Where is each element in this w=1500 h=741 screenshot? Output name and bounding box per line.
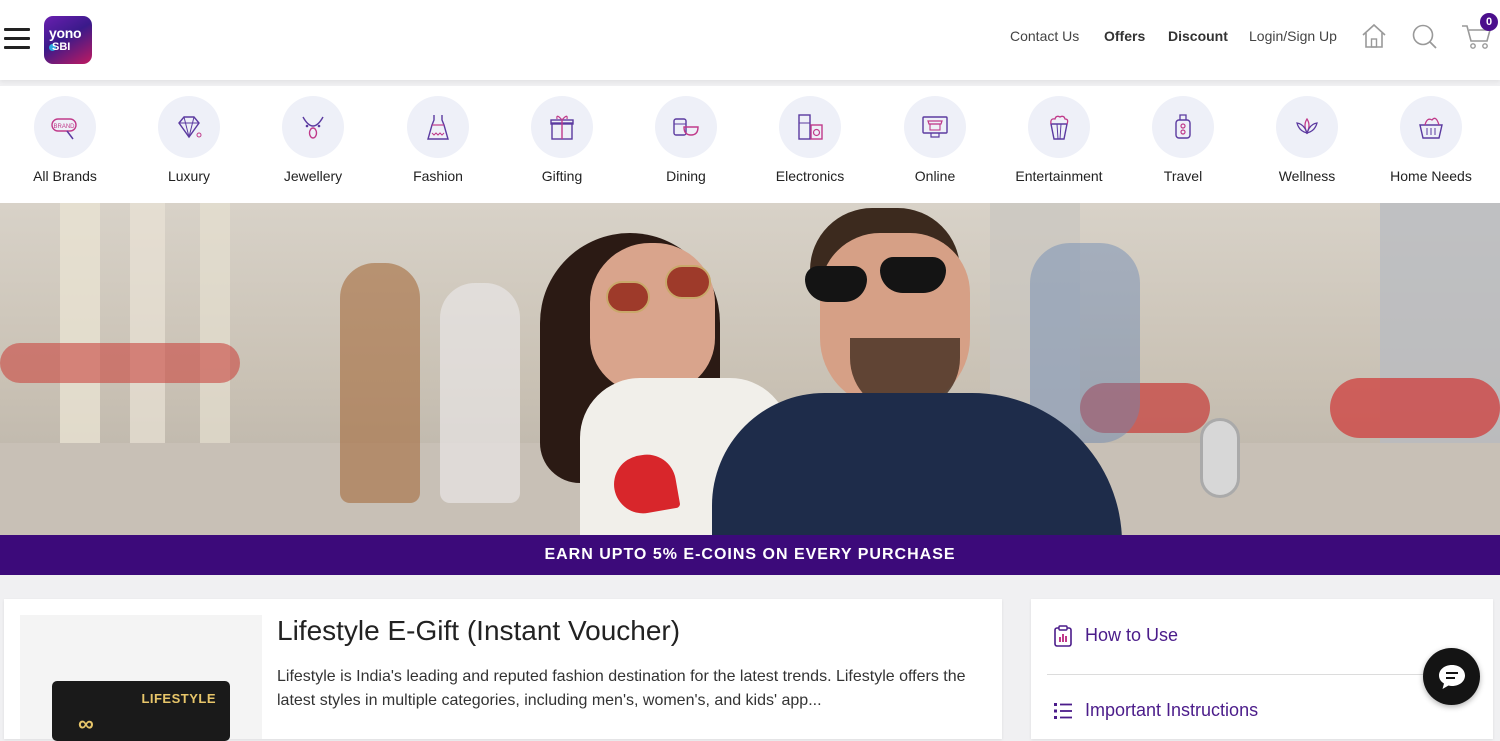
category-strip: BRAND All Brands Luxury Jewellery Fashio… (0, 86, 1500, 203)
top-header: yono SBI Contact Us Offers Discount Logi… (0, 0, 1500, 80)
category-label: Gifting (541, 168, 583, 184)
category-label: Wellness (1278, 168, 1336, 184)
basket-icon (1400, 96, 1462, 158)
logo-text-sbi: SBI (52, 41, 71, 53)
nav-login-signup[interactable]: Login/Sign Up (1249, 28, 1337, 44)
category-label: Luxury (167, 168, 211, 184)
nav-contact-us[interactable]: Contact Us (1010, 28, 1079, 44)
category-entertainment[interactable]: Entertainment (997, 96, 1121, 184)
cart-count-badge: 0 (1480, 13, 1498, 31)
appliance-icon (779, 96, 841, 158)
chat-bubble-icon (1438, 664, 1465, 689)
chat-button[interactable] (1423, 648, 1480, 705)
svg-text:BRAND: BRAND (53, 124, 75, 130)
category-dining[interactable]: Dining (624, 96, 748, 184)
gift-icon (531, 96, 593, 158)
category-online[interactable]: Online (873, 96, 997, 184)
product-image: LIFESTYLE ∞ (20, 615, 262, 741)
infinity-icon: ∞ (78, 711, 94, 736)
diamond-icon (158, 96, 220, 158)
category-all-brands[interactable]: BRAND All Brands (3, 96, 127, 184)
online-shop-icon (904, 96, 966, 158)
how-to-use-label: How to Use (1085, 625, 1179, 645)
category-electronics[interactable]: Electronics (748, 96, 872, 184)
search-icon[interactable] (1411, 22, 1437, 50)
brand-tag-icon: BRAND (34, 96, 96, 158)
category-fashion[interactable]: Fashion (376, 96, 500, 184)
product-description: Lifestyle is India's leading and reputed… (277, 668, 966, 709)
gift-card-brand: LIFESTYLE (141, 691, 216, 706)
category-home-needs[interactable]: Home Needs (1369, 96, 1493, 184)
hero-banner-image[interactable] (0, 203, 1500, 535)
clipboard-chart-icon (1054, 625, 1072, 648)
home-icon[interactable] (1361, 22, 1387, 50)
category-label: All Brands (33, 168, 97, 184)
how-to-use-link[interactable]: How to Use (1053, 625, 1179, 648)
category-label: Electronics (775, 168, 845, 184)
product-title: Lifestyle E-Gift (Instant Voucher) (277, 615, 681, 646)
necklace-icon (282, 96, 344, 158)
menu-icon[interactable] (4, 28, 30, 50)
promo-banner-earn-ecoins: EARN UPTO 5% E-COINS ON EVERY PURCHASE (0, 535, 1500, 575)
category-travel[interactable]: Travel (1121, 96, 1245, 184)
category-label: Home Needs (1390, 168, 1472, 184)
nav-offers[interactable]: Offers (1104, 28, 1145, 44)
category-luxury[interactable]: Luxury (127, 96, 251, 184)
popcorn-icon (1028, 96, 1090, 158)
category-label: Jewellery (283, 168, 343, 184)
category-jewellery[interactable]: Jewellery (251, 96, 375, 184)
luggage-icon (1152, 96, 1214, 158)
list-icon (1054, 703, 1072, 720)
category-label: Fashion (413, 168, 463, 184)
category-label: Online (914, 168, 956, 184)
category-label: Travel (1163, 168, 1203, 184)
lifestyle-gift-card-image: LIFESTYLE ∞ (52, 681, 230, 741)
category-label: Dining (666, 168, 706, 184)
logo-text-yono: yono (49, 25, 82, 41)
category-gifting[interactable]: Gifting (500, 96, 624, 184)
lotus-icon (1276, 96, 1338, 158)
divider (1047, 674, 1477, 675)
important-instructions-link[interactable]: Important Instructions (1053, 700, 1258, 721)
important-instructions-label: Important Instructions (1085, 700, 1259, 720)
category-label: Entertainment (1015, 168, 1103, 184)
category-wellness[interactable]: Wellness (1245, 96, 1369, 184)
nav-discount[interactable]: Discount (1168, 28, 1228, 44)
dress-icon (407, 96, 469, 158)
yono-sbi-logo[interactable]: yono SBI (44, 16, 92, 64)
product-card: LIFESTYLE ∞ Lifestyle E-Gift (Instant Vo… (4, 599, 1002, 741)
dining-icon (655, 96, 717, 158)
